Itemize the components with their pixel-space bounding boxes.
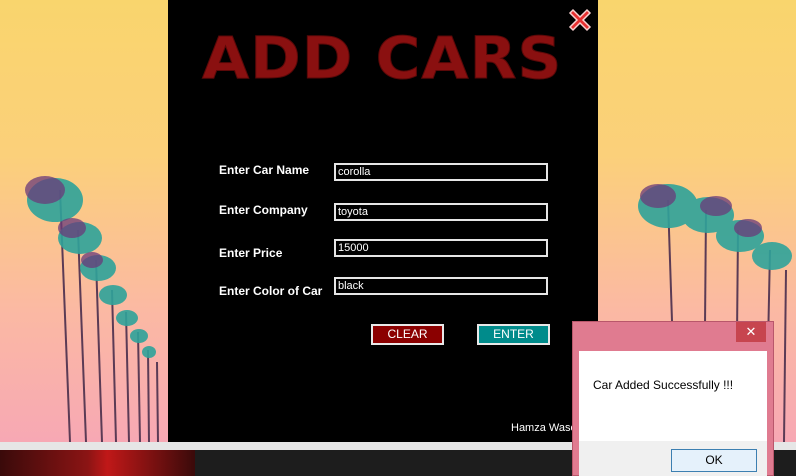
message-footer: OK [579,441,767,476]
price-input[interactable] [334,239,548,257]
message-box: ✕ Car Added Successfully !!! OK [572,321,774,476]
message-body: Car Added Successfully !!! [579,351,767,441]
message-text: Car Added Successfully !!! [593,378,734,392]
car-name-input[interactable] [334,163,548,181]
red-background-patch [0,450,195,476]
color-input[interactable] [334,277,548,295]
car-name-label: Enter Car Name [219,163,310,177]
company-label: Enter Company [219,203,308,217]
enter-button[interactable]: ENTER [477,324,550,345]
background-left-palms [0,0,168,442]
page-title: ADD CARS [201,24,563,93]
author-credit: Hamza Wase [511,422,577,434]
dialog-close-button[interactable]: ✕ [736,322,766,342]
price-label: Enter Price [219,246,283,260]
close-x-icon[interactable] [566,6,594,34]
company-input[interactable] [334,203,548,221]
clear-button[interactable]: CLEAR [371,324,444,345]
color-label: Enter Color of Car [219,284,323,298]
ok-button[interactable]: OK [671,449,757,472]
